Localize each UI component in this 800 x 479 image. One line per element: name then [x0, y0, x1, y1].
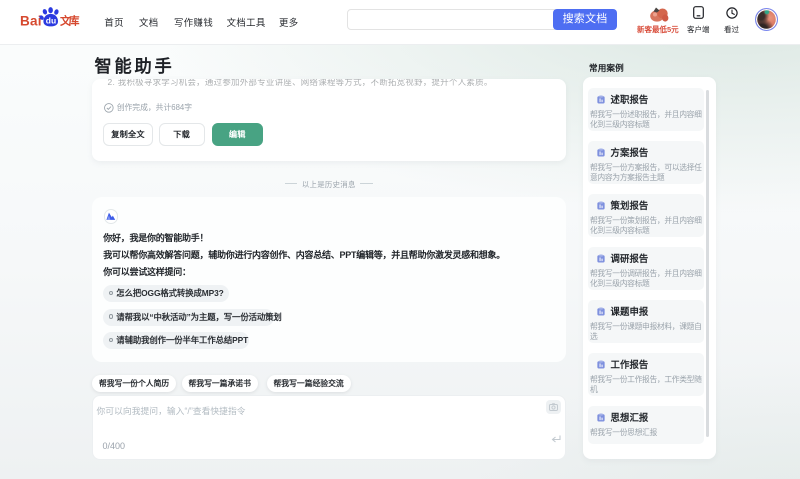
svg-text:du: du [46, 16, 56, 26]
svg-text:Bai: Bai [20, 14, 42, 29]
svg-text:文库: 文库 [60, 14, 80, 28]
